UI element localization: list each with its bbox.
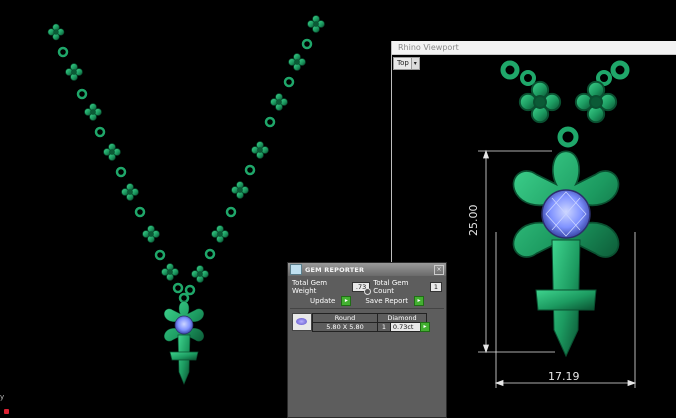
view-selector[interactable]: Top ▾: [393, 57, 420, 70]
dimension-height: 25.00: [467, 204, 480, 237]
pendant-left: [163, 292, 205, 385]
table-header-row: Round Diamond: [312, 313, 427, 323]
table-row[interactable]: 5.80 X 5.80 1 0.73ct: [312, 322, 428, 332]
total-count-field[interactable]: 1: [429, 282, 442, 292]
status-dot-icon: [364, 288, 371, 295]
close-icon[interactable]: ×: [434, 264, 444, 275]
actions-row: Update ▸ Save Report ▸: [310, 296, 440, 306]
header-round: Round: [312, 313, 378, 323]
total-weight-label: Total Gem Weight: [292, 279, 328, 295]
divider: [290, 308, 444, 309]
dimension-width: 17.19: [548, 370, 580, 383]
axis-icon: [4, 409, 9, 414]
chevron-down-icon[interactable]: ▾: [410, 58, 419, 69]
update-button[interactable]: ▸: [341, 296, 352, 306]
gem-table: Round Diamond 5.80 X 5.80 1 0.73ct: [312, 313, 428, 332]
viewport-pendant: [512, 150, 620, 358]
gem-reporter-title: GEM REPORTER: [305, 265, 365, 274]
gem-stone-icon: [296, 318, 307, 325]
viewport-chain: [500, 60, 630, 148]
necklace-left-chain: [47, 15, 325, 296]
cell-size: 5.80 X 5.80: [312, 322, 378, 332]
gem-thumbnail[interactable]: [292, 313, 312, 331]
row-action-button[interactable]: ▸: [420, 322, 430, 332]
viewport-title[interactable]: Rhino Viewport: [392, 41, 676, 55]
axis-label: y: [0, 393, 5, 401]
update-label: Update: [310, 297, 336, 305]
gem-reporter-logo-icon: [290, 264, 302, 275]
save-report-label: Save Report: [365, 297, 408, 305]
total-count-label: Total Gem Count: [373, 279, 409, 295]
gem-reporter-header[interactable]: GEM REPORTER ×: [288, 263, 446, 276]
view-label: Top: [397, 59, 409, 67]
cell-count: 1: [377, 322, 391, 332]
gem-reporter-panel: GEM REPORTER × Total Gem Weight .73 Tota…: [287, 262, 447, 418]
save-report-button[interactable]: ▸: [413, 296, 424, 306]
